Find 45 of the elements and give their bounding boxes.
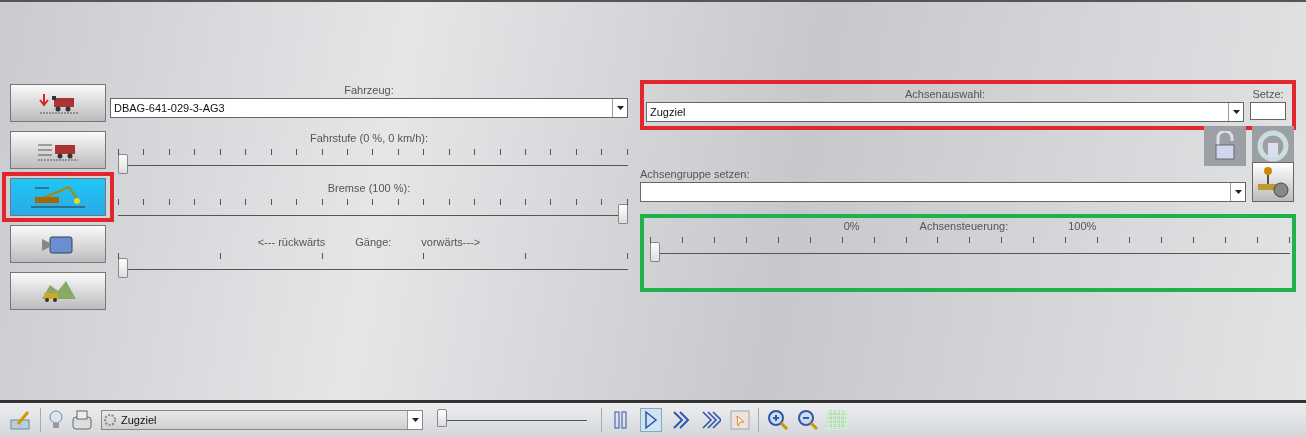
axis-control-label: 0%: [843, 220, 860, 234]
lock-icon[interactable]: [1204, 126, 1246, 166]
gear-label: Gänge:: [355, 236, 392, 250]
zoom-in-icon[interactable]: [767, 409, 789, 431]
gear-label: <--- rückwärts: [257, 236, 326, 250]
play-icon: [644, 411, 658, 429]
fast-forward-icon: [701, 411, 721, 429]
gear-label: vorwärts--->: [421, 236, 481, 250]
joystick-gear-icon[interactable]: [1252, 162, 1294, 202]
slider-thumb[interactable]: [118, 154, 128, 174]
sidebar-button[interactable]: [10, 272, 106, 310]
vehicle-label: Fahrzeug:: [343, 84, 395, 98]
pause-icon: [613, 411, 629, 429]
caret-icon: [616, 106, 624, 110]
axis-select-label: Achsenauswahl:: [903, 88, 987, 102]
caret-icon: [411, 418, 419, 422]
slider-thumb[interactable]: [118, 258, 128, 278]
axis-control-label: Achsensteuerung:: [919, 220, 1009, 234]
axis-group-dropdown[interactable]: [640, 182, 1246, 202]
slider-thumb[interactable]: [650, 242, 660, 262]
train-icon: [38, 92, 78, 114]
set-label: Setze:: [1251, 88, 1285, 102]
vehicle-dropdown[interactable]: DBAG-641-029-3-AG3: [110, 98, 628, 118]
sidebar-button[interactable]: [10, 178, 106, 216]
printer-icon[interactable]: [71, 409, 93, 431]
brake-label: Bremse (100 %):: [326, 182, 412, 196]
lightbulb-icon[interactable]: [49, 410, 63, 430]
caret-icon: [1232, 110, 1240, 114]
zoom-out-icon[interactable]: [797, 409, 819, 431]
play-mode-button[interactable]: [640, 408, 662, 432]
status-dropdown[interactable]: Zugziel: [101, 410, 423, 430]
crane-icon: [29, 184, 87, 210]
set-input-field[interactable]: [1250, 102, 1286, 120]
sidebar-button[interactable]: [10, 84, 106, 122]
axis-select-dropdown[interactable]: Zugziel: [646, 102, 1244, 122]
axis-control-label: 100%: [1068, 220, 1097, 234]
speed-label: Fahrstufe (0 %, 0 km/h):: [309, 132, 429, 146]
sidebar-button[interactable]: [10, 225, 106, 263]
video-camera-icon: [40, 233, 76, 255]
caret-icon: [1234, 190, 1242, 194]
axis-group-label: Achsengruppe setzen:: [640, 168, 751, 182]
slider-thumb[interactable]: [437, 409, 447, 427]
fast-forward-icon: [672, 411, 690, 429]
slider-thumb[interactable]: [618, 204, 628, 224]
sidebar-button[interactable]: [10, 131, 106, 169]
